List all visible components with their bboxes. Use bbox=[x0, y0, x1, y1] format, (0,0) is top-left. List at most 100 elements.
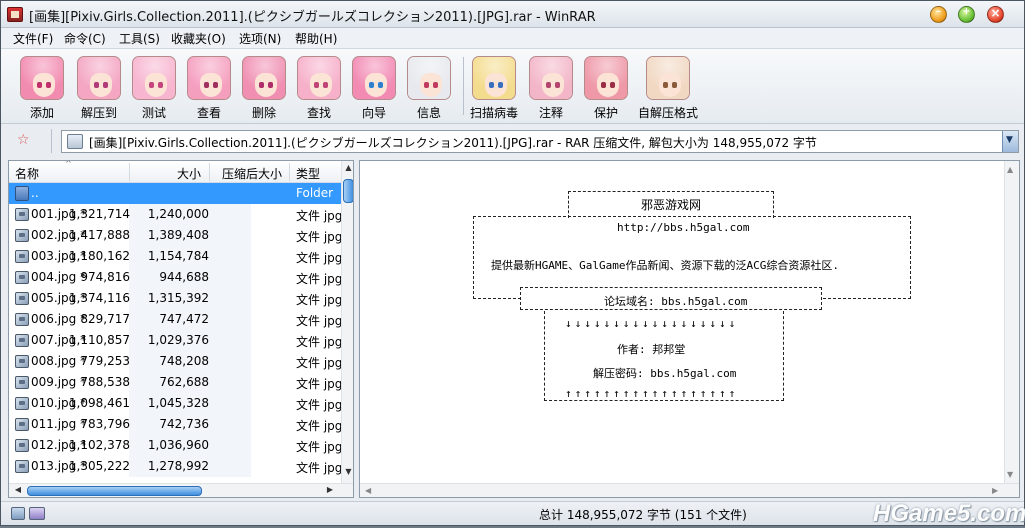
menu-tools[interactable]: 工具(S) bbox=[119, 30, 160, 47]
file-type: 文件 jpg bbox=[296, 398, 343, 412]
column-divider[interactable] bbox=[289, 163, 290, 181]
column-divider[interactable] bbox=[129, 163, 130, 181]
scroll-down-arrow-icon[interactable]: ▼ bbox=[342, 467, 353, 481]
list-header: 名称 ^ 大小 压缩后大小 类型 bbox=[9, 161, 341, 183]
tool-comment-button[interactable]: 注释 bbox=[525, 54, 577, 120]
file-row[interactable]: 006.jpg * 829,717 747,472 文件 jpg bbox=[9, 309, 342, 330]
path-field[interactable]: [画集][Pixiv.Girls.Collection.2011].(ピクシブガ… bbox=[61, 130, 1019, 153]
address-separator bbox=[51, 129, 52, 153]
status-bar: 总计 148,955,072 字节 (151 个文件) HGame5.com bbox=[1, 500, 1025, 527]
scrollbar-thumb[interactable] bbox=[27, 486, 202, 496]
tool-protect-button[interactable]: 保护 bbox=[580, 54, 632, 120]
file-packed-size: 1,315,392 bbox=[147, 291, 209, 305]
file-size: 779,253 bbox=[80, 354, 130, 368]
file-size: 1,102,378 bbox=[68, 438, 130, 452]
file-row[interactable]: 005.jpg * 1,374,116 1,315,392 文件 jpg bbox=[9, 288, 343, 309]
file-row[interactable]: 009.jpg * 788,538 762,688 文件 jpg bbox=[9, 372, 342, 393]
tool-wizard-button[interactable]: 向导 bbox=[348, 54, 400, 120]
anime-girl-icon bbox=[132, 56, 176, 100]
file-type: 文件 jpg bbox=[296, 293, 343, 307]
menu-file[interactable]: 文件(F) bbox=[13, 30, 53, 47]
image-file-icon bbox=[15, 376, 29, 389]
menu-favorites[interactable]: 收藏夹(O) bbox=[171, 30, 226, 47]
tool-find-button[interactable]: 查找 bbox=[293, 54, 345, 120]
file-list: .. Folder 001.jpg * 1,321,714 1,240,000 文件 jp… bbox=[9, 183, 343, 481]
scroll-left-arrow-icon[interactable]: ◀ bbox=[365, 486, 371, 495]
column-size-header[interactable]: 大小 bbox=[177, 165, 201, 182]
column-packed-header[interactable]: 压缩后大小 bbox=[222, 165, 282, 182]
favorites-star-icon[interactable]: ☆ bbox=[17, 132, 30, 148]
scrollbar-thumb[interactable] bbox=[343, 179, 353, 203]
anime-girl-icon bbox=[529, 56, 573, 100]
file-row[interactable]: 010.jpg * 1,098,461 1,045,328 文件 jpg bbox=[9, 393, 343, 414]
menu-options[interactable]: 选项(N) bbox=[239, 30, 281, 47]
key-icon[interactable] bbox=[29, 507, 45, 520]
preview-vertical-scrollbar[interactable]: ▲ ▼ bbox=[1004, 161, 1019, 483]
parent-folder-row[interactable]: .. Folder bbox=[9, 183, 341, 204]
tool-delete-button[interactable]: 删除 bbox=[238, 54, 290, 120]
path-dropdown-button[interactable] bbox=[1002, 131, 1018, 152]
scroll-right-arrow-icon[interactable]: ▶ bbox=[323, 485, 337, 497]
tool-add-button[interactable]: 添加 bbox=[16, 54, 68, 120]
file-name: 011.jpg * bbox=[31, 417, 87, 431]
file-row[interactable]: 001.jpg * 1,321,714 1,240,000 文件 jpg bbox=[9, 204, 343, 225]
image-file-icon bbox=[15, 271, 29, 284]
window-title: [画集][Pixiv.Girls.Collection.2011].(ピクシブガ… bbox=[29, 10, 596, 25]
winrar-app-icon[interactable] bbox=[7, 7, 23, 22]
file-row[interactable]: 003.jpg * 1,180,162 1,154,784 文件 jpg bbox=[9, 246, 342, 267]
file-size: 1,098,461 bbox=[68, 396, 130, 410]
list-horizontal-scrollbar[interactable]: ◀ ▶ bbox=[9, 483, 353, 497]
drive-icon[interactable] bbox=[11, 507, 25, 520]
tool-sfx-button[interactable]: 自解压格式 bbox=[638, 54, 698, 120]
scroll-up-arrow-icon[interactable]: ▲ bbox=[1007, 165, 1013, 174]
file-row[interactable]: 011.jpg * 783,796 742,736 文件 jpg bbox=[9, 414, 342, 435]
image-file-icon bbox=[15, 418, 29, 431]
file-row[interactable]: 013.jpg * 1,305,222 1,278,992 文件 jpg bbox=[9, 456, 342, 477]
address-bar: ☆ [画集][Pixiv.Girls.Collection.2011].(ピクシ… bbox=[1, 125, 1024, 157]
status-total: 总计 148,955,072 字节 (151 个文件) bbox=[539, 508, 747, 522]
file-packed-size: 1,240,000 bbox=[147, 207, 209, 221]
file-size: 1,321,714 bbox=[68, 207, 130, 221]
column-type-header[interactable]: 类型 bbox=[296, 165, 320, 182]
scroll-up-arrow-icon[interactable]: ▲ bbox=[342, 163, 353, 177]
list-vertical-scrollbar[interactable]: ▲ ▼ bbox=[341, 161, 353, 483]
file-packed-size: 1,278,992 bbox=[147, 459, 209, 473]
tool-info-button[interactable]: 信息 bbox=[403, 54, 455, 120]
file-row[interactable]: 008.jpg * 779,253 748,208 文件 jpg bbox=[9, 351, 342, 372]
scroll-down-arrow-icon[interactable]: ▼ bbox=[1007, 470, 1013, 479]
menu-commands[interactable]: 命令(C) bbox=[64, 30, 106, 47]
minimize-button[interactable] bbox=[930, 6, 947, 23]
archive-icon bbox=[67, 134, 83, 149]
image-file-icon bbox=[15, 439, 29, 452]
tool-extract-to-button[interactable]: 解压到 bbox=[73, 54, 125, 120]
file-row[interactable]: 004.jpg * 974,816 944,688 文件 jpg bbox=[9, 267, 342, 288]
file-packed-size: 1,389,408 bbox=[147, 228, 209, 242]
column-name-header[interactable]: 名称 bbox=[15, 165, 39, 182]
tool-test-button[interactable]: 测试 bbox=[128, 54, 180, 120]
close-button[interactable] bbox=[987, 6, 1004, 23]
menu-help[interactable]: 帮助(H) bbox=[295, 30, 337, 47]
scroll-right-arrow-icon[interactable]: ▶ bbox=[992, 486, 998, 495]
image-file-icon bbox=[15, 292, 29, 305]
file-packed-size: 762,688 bbox=[159, 375, 209, 389]
file-row[interactable]: 007.jpg * 1,110,857 1,029,376 文件 jpg bbox=[9, 330, 342, 351]
scroll-left-arrow-icon[interactable]: ◀ bbox=[11, 485, 25, 497]
file-packed-size: 944,688 bbox=[159, 270, 209, 284]
maximize-button[interactable] bbox=[958, 6, 975, 23]
down-arrows: ↓↓↓↓↓↓↓↓↓↓↓↓↓↓↓↓↓↓ bbox=[565, 317, 739, 330]
comment-preview-pane: 邪恶游戏网 http://bbs.h5gal.com 提供最新HGAME、Gal… bbox=[359, 160, 1020, 498]
file-size: 783,796 bbox=[80, 417, 130, 431]
file-row[interactable]: 002.jpg * 1,417,888 1,389,408 文件 jpg bbox=[9, 225, 342, 246]
tool-view-button[interactable]: 查看 bbox=[183, 54, 235, 120]
file-type: 文件 jpg bbox=[296, 209, 343, 223]
watermark-logo: HGame5.com bbox=[873, 500, 1025, 527]
tool-label: 自解压格式 bbox=[637, 106, 698, 120]
file-name: 009.jpg * bbox=[31, 375, 87, 389]
file-row[interactable]: 012.jpg * 1,102,378 1,036,960 文件 jpg bbox=[9, 435, 342, 456]
preview-horizontal-scrollbar[interactable]: ◀ ▶ bbox=[360, 483, 1019, 497]
anime-girl-icon bbox=[407, 56, 451, 100]
column-divider[interactable] bbox=[209, 163, 210, 181]
anime-girl-icon bbox=[242, 56, 286, 100]
up-arrows: ↑↑↑↑↑↑↑↑↑↑↑↑↑↑↑↑↑↑ bbox=[565, 387, 739, 400]
tool-virus-scan-button[interactable]: 扫描病毒 bbox=[468, 54, 520, 120]
